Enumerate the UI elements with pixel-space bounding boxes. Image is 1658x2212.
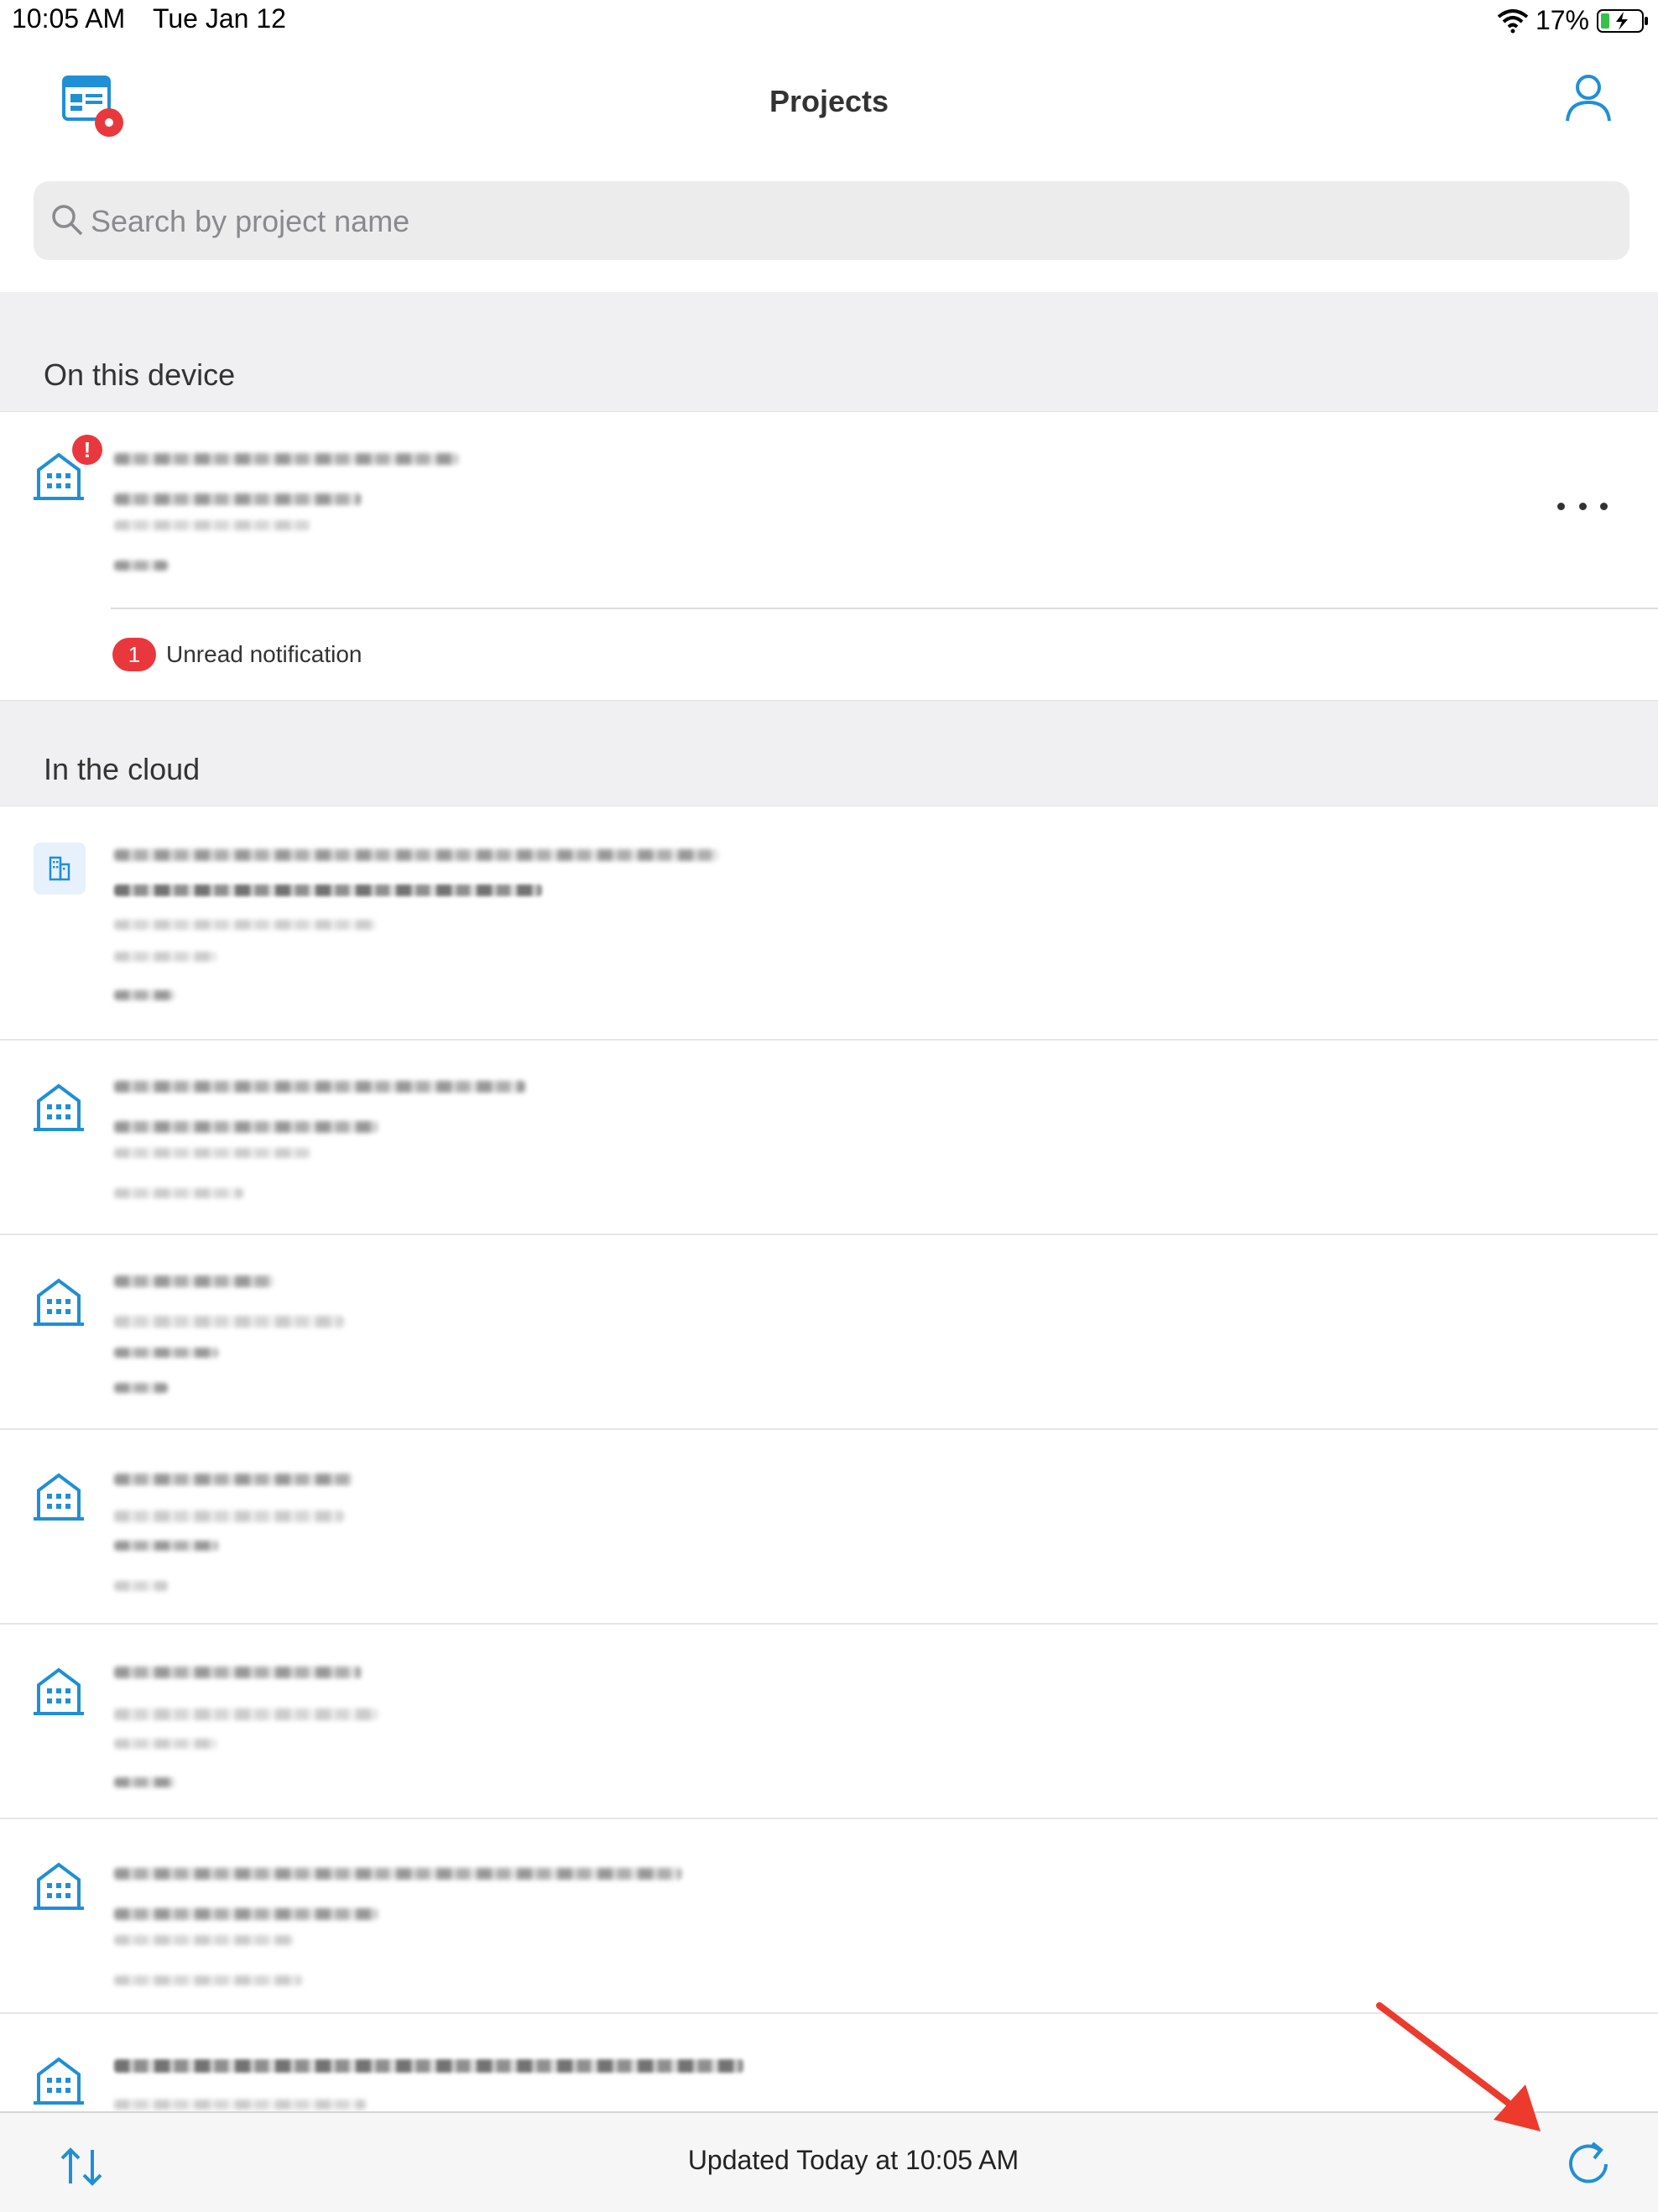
project-detail-redacted bbox=[114, 1541, 218, 1551]
project-name-redacted bbox=[114, 453, 458, 465]
project-row-cloud[interactable] bbox=[0, 1041, 1658, 1235]
project-name-redacted bbox=[114, 1474, 352, 1485]
building-icon bbox=[34, 843, 86, 895]
page-title: Projects bbox=[769, 84, 889, 118]
project-row-cloud[interactable] bbox=[0, 1235, 1658, 1430]
project-detail-redacted bbox=[114, 1975, 302, 1985]
project-name-redacted bbox=[114, 2059, 743, 2073]
project-detail-redacted bbox=[114, 1510, 344, 1522]
refresh-icon[interactable] bbox=[1562, 2138, 1614, 2190]
search-bar[interactable] bbox=[34, 181, 1629, 262]
project-detail-redacted bbox=[114, 1777, 175, 1787]
divider bbox=[111, 608, 1658, 609]
section-title: On this device bbox=[44, 357, 236, 392]
nav-bar: Projects bbox=[0, 42, 1658, 159]
project-detail-redacted bbox=[114, 1121, 378, 1133]
project-detail-redacted bbox=[114, 1581, 168, 1591]
notification-count-badge: 1 bbox=[112, 638, 156, 671]
project-row-cloud[interactable] bbox=[0, 1625, 1658, 1819]
project-detail-redacted bbox=[114, 2100, 366, 2110]
building-icon bbox=[34, 1473, 84, 1521]
project-detail-redacted bbox=[114, 520, 310, 530]
status-bar: 10:05 AM Tue Jan 12 17% bbox=[0, 0, 1658, 42]
section-header-device: On this device bbox=[0, 292, 1658, 412]
project-detail-redacted bbox=[114, 1348, 218, 1358]
project-name-redacted bbox=[114, 1868, 681, 1880]
alert-icon: ! bbox=[72, 435, 102, 465]
battery-icon bbox=[1597, 8, 1648, 33]
project-row-device[interactable]: ! 1 Unread notification bbox=[0, 413, 1658, 702]
project-detail-redacted bbox=[114, 1739, 216, 1749]
building-icon bbox=[34, 1278, 84, 1326]
section-title: In the cloud bbox=[44, 752, 201, 786]
project-row-cloud[interactable] bbox=[0, 1819, 1658, 2014]
project-detail-redacted bbox=[114, 1709, 378, 1720]
project-detail-redacted bbox=[114, 493, 361, 505]
project-detail-redacted bbox=[114, 1383, 168, 1393]
search-icon bbox=[52, 205, 83, 236]
project-detail-redacted bbox=[114, 920, 376, 930]
notification-label[interactable]: Unread notification bbox=[166, 641, 362, 668]
project-detail-redacted bbox=[114, 1908, 378, 1920]
project-detail-redacted bbox=[114, 561, 168, 571]
more-options-button[interactable] bbox=[1557, 493, 1608, 519]
annotation-arrow-icon bbox=[1376, 2002, 1541, 2131]
project-detail-redacted bbox=[114, 1935, 294, 1945]
wifi-icon bbox=[1497, 8, 1529, 33]
project-detail-redacted bbox=[114, 1148, 310, 1158]
project-name-redacted bbox=[114, 1081, 525, 1093]
project-name-redacted bbox=[114, 849, 718, 861]
last-updated-text: Updated Today at 10:05 AM bbox=[687, 2145, 1019, 2175]
project-name-redacted bbox=[114, 1667, 361, 1678]
battery-percent: 17% bbox=[1535, 5, 1589, 35]
project-row-cloud[interactable] bbox=[0, 807, 1658, 1041]
project-name-redacted bbox=[114, 1276, 274, 1287]
project-row-cloud[interactable] bbox=[0, 1430, 1658, 1625]
project-detail-redacted bbox=[114, 952, 216, 962]
section-header-cloud: In the cloud bbox=[0, 702, 1658, 806]
building-icon bbox=[34, 1862, 84, 1910]
status-date: Tue Jan 12 bbox=[153, 3, 286, 34]
project-detail-redacted bbox=[114, 884, 542, 896]
search-input[interactable] bbox=[89, 181, 1603, 262]
profile-icon[interactable] bbox=[1562, 72, 1614, 124]
project-detail-redacted bbox=[114, 1316, 344, 1328]
building-icon bbox=[34, 1667, 84, 1715]
building-icon bbox=[34, 1083, 84, 1131]
building-icon bbox=[34, 2057, 84, 2105]
status-time: 10:05 AM bbox=[12, 3, 126, 34]
project-detail-redacted bbox=[114, 1188, 243, 1198]
status-indicators: 17% bbox=[1497, 5, 1650, 36]
project-detail-redacted bbox=[114, 990, 175, 1000]
